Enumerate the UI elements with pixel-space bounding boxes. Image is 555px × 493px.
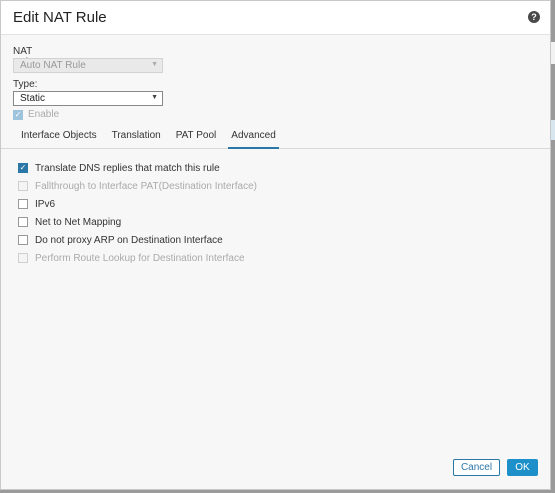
dialog-title: Edit NAT Rule xyxy=(13,9,107,26)
tab-advanced[interactable]: Advanced xyxy=(228,126,280,149)
cancel-button[interactable]: Cancel xyxy=(453,459,500,476)
net-to-net-checkbox[interactable] xyxy=(18,217,28,227)
ok-button[interactable]: OK xyxy=(507,459,538,476)
enable-checkbox xyxy=(13,109,23,120)
option-ipv6[interactable]: IPv6 xyxy=(18,195,257,213)
tab-bar: Interface Objects Translation PAT Pool A… xyxy=(1,126,550,149)
option-route-lookup: Perform Route Lookup for Destination Int… xyxy=(18,249,257,267)
option-label: IPv6 xyxy=(35,198,56,210)
route-lookup-checkbox xyxy=(18,253,28,263)
translate-dns-checkbox[interactable] xyxy=(18,163,28,173)
tab-pat-pool[interactable]: PAT Pool xyxy=(176,126,217,148)
no-proxy-arp-checkbox[interactable] xyxy=(18,235,28,245)
type-value: Static xyxy=(20,93,46,104)
type-select[interactable]: Static ▼ xyxy=(13,91,163,106)
advanced-options-list: Translate DNS replies that match this ru… xyxy=(18,159,257,267)
option-label: Fallthrough to Interface PAT(Destination… xyxy=(35,180,257,192)
nat-rule-value: Auto NAT Rule xyxy=(20,60,86,71)
option-fallthrough-interface-pat: Fallthrough to Interface PAT(Destination… xyxy=(18,177,257,195)
edit-nat-rule-dialog: Edit NAT Rule ? NAT Rule: Auto NAT Rule … xyxy=(0,0,551,490)
nat-rule-select: Auto NAT Rule ▼ xyxy=(13,58,163,73)
option-label: Perform Route Lookup for Destination Int… xyxy=(35,252,245,264)
dialog-header: Edit NAT Rule ? xyxy=(1,1,550,35)
option-label: Do not proxy ARP on Destination Interfac… xyxy=(35,234,223,246)
option-translate-dns[interactable]: Translate DNS replies that match this ru… xyxy=(18,159,257,177)
dialog-footer: Cancel OK xyxy=(453,459,538,476)
chevron-down-icon: ▼ xyxy=(151,61,158,68)
ipv6-checkbox[interactable] xyxy=(18,199,28,209)
option-net-to-net-mapping[interactable]: Net to Net Mapping xyxy=(18,213,257,231)
chevron-down-icon: ▼ xyxy=(151,94,158,101)
enable-label: Enable xyxy=(28,109,60,120)
option-label: Translate DNS replies that match this ru… xyxy=(35,162,220,174)
enable-row: Enable xyxy=(13,109,59,120)
option-label: Net to Net Mapping xyxy=(35,216,122,228)
option-no-proxy-arp[interactable]: Do not proxy ARP on Destination Interfac… xyxy=(18,231,257,249)
type-label: Type: xyxy=(13,79,38,90)
question-icon[interactable]: ? xyxy=(528,11,540,23)
dialog-body: NAT Rule: Auto NAT Rule ▼ Type: Static ▼… xyxy=(1,35,550,489)
tab-translation[interactable]: Translation xyxy=(112,126,161,148)
tab-interface-objects[interactable]: Interface Objects xyxy=(21,126,97,148)
fallthrough-checkbox xyxy=(18,181,28,191)
